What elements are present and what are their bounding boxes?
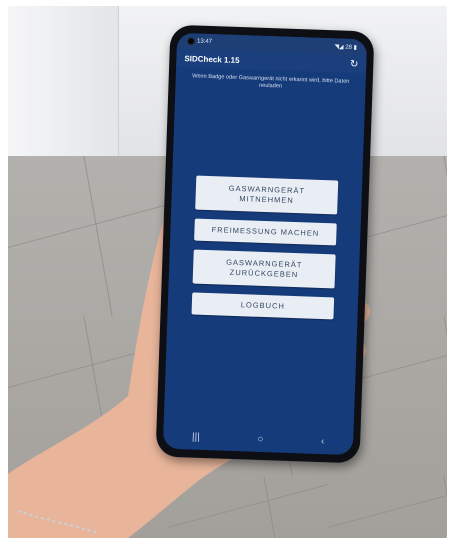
button-label-line2: ZURÜCKGEBEN xyxy=(229,267,299,280)
wall-panel xyxy=(8,6,119,156)
button-label: FREIMESSUNG MACHEN xyxy=(211,225,320,238)
photo-background: 13:47 ◥◢ 28 ▮ SIDCheck 1.15 ↻ Wenn Badge… xyxy=(8,6,447,538)
nav-bar: ||| ○ ‹ xyxy=(163,423,354,456)
action-buttons: GASWARNGERÄT MITNEHMEN FREIMESSUNG MACHE… xyxy=(167,175,362,330)
logbook-button[interactable]: LOGBUCH xyxy=(191,292,335,320)
home-icon[interactable]: ○ xyxy=(257,433,263,444)
recents-icon[interactable]: ||| xyxy=(192,431,200,442)
app-title: SIDCheck 1.15 xyxy=(184,53,240,65)
button-label-line2: MITNEHMEN xyxy=(239,194,294,205)
status-time: 13:47 xyxy=(196,38,213,46)
back-icon[interactable]: ‹ xyxy=(321,436,325,447)
free-measurement-button[interactable]: FREIMESSUNG MACHEN xyxy=(194,218,337,246)
phone: 13:47 ◥◢ 28 ▮ SIDCheck 1.15 ↻ Wenn Badge… xyxy=(155,24,375,464)
phone-screen: 13:47 ◥◢ 28 ▮ SIDCheck 1.15 ↻ Wenn Badge… xyxy=(162,32,368,456)
refresh-icon[interactable]: ↻ xyxy=(350,58,359,69)
return-gas-detector-button[interactable]: GASWARNGERÄT ZURÜCKGEBEN xyxy=(192,249,336,289)
status-indicators: ◥◢ 28 ▮ xyxy=(334,43,358,51)
button-label: LOGBUCH xyxy=(240,300,286,311)
take-gas-detector-button[interactable]: GASWARNGERÄT MITNEHMEN xyxy=(195,175,339,215)
